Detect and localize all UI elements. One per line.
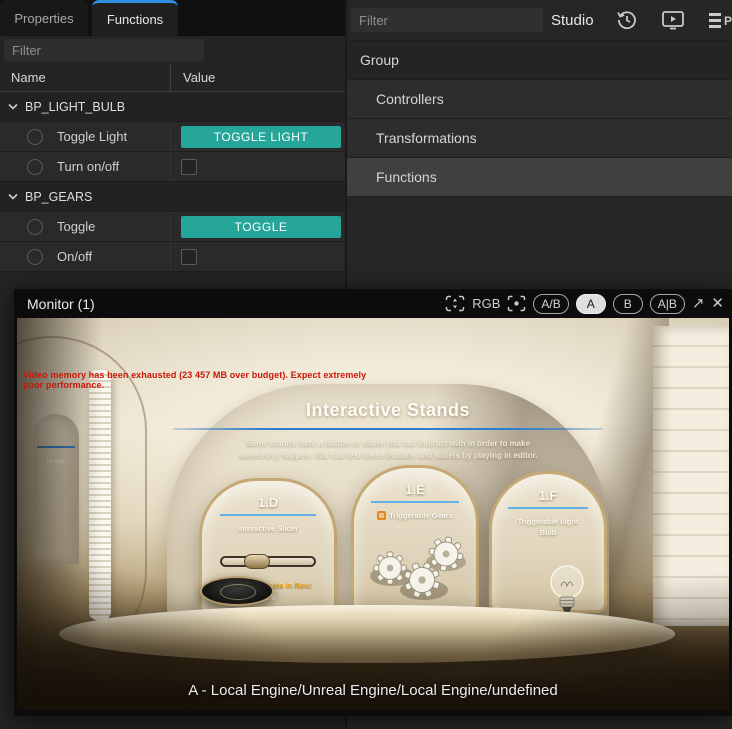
wall-accent-line xyxy=(173,428,603,430)
group-label: BP_GEARS xyxy=(25,190,92,204)
video-memory-warning: Video memory has been exhausted (23 457 … xyxy=(23,370,373,390)
ribbed-wall-right xyxy=(653,326,729,626)
table-header: Name Value xyxy=(0,64,345,92)
stand-button-disc[interactable] xyxy=(200,576,274,606)
table-row: Toggle TOGGLE xyxy=(0,212,345,242)
monitor-window: Monitor (1) RGB xyxy=(14,289,732,716)
function-radio-icon[interactable] xyxy=(27,249,43,265)
wall-title: Interactive Stands xyxy=(167,400,609,421)
stand-id: 1.E xyxy=(354,482,476,497)
history-icon[interactable] xyxy=(616,9,638,31)
stand-label: Triggerable Gears xyxy=(354,510,476,521)
svg-text:P: P xyxy=(724,14,732,28)
function-name: Turn on/off xyxy=(57,159,169,174)
function-radio-icon[interactable] xyxy=(27,219,43,235)
stand-label: Triggerable Light Bulb xyxy=(492,516,604,539)
stand-1e: 1.E Triggerable Gears xyxy=(351,465,479,613)
hierarchy-filter-input[interactable] xyxy=(351,8,543,32)
function-radio-icon[interactable] xyxy=(27,129,43,145)
stand-partial-left: to see xyxy=(33,414,79,564)
toggle-light-button[interactable]: TOGGLE LIGHT xyxy=(181,126,341,148)
column-header-value: Value xyxy=(170,70,215,85)
tab-functions[interactable]: Functions xyxy=(92,0,178,36)
engine-status-text: A - Local Engine/Unreal Engine/Local Eng… xyxy=(17,682,729,699)
tab-properties[interactable]: Properties xyxy=(0,0,88,36)
monitor-toolbar: RGB A/B A B A|B ↗ ✕ xyxy=(445,289,724,318)
chevron-down-icon[interactable] xyxy=(8,103,18,110)
stand-accent-line xyxy=(37,446,75,448)
value-cell xyxy=(170,152,345,181)
stand-accent-line xyxy=(508,507,589,509)
function-name: Toggle xyxy=(57,219,169,234)
studio-label: Studio xyxy=(551,12,594,29)
fit-to-screen-icon[interactable] xyxy=(445,295,465,312)
column-divider xyxy=(170,64,171,91)
channel-a-button[interactable]: A xyxy=(576,294,606,314)
toggle-button[interactable]: TOGGLE xyxy=(181,216,341,238)
ab-compare-button[interactable]: A/B xyxy=(533,294,568,314)
hierarchy-topbar: Studio xyxy=(347,0,732,40)
stand-id: 1.F xyxy=(492,488,604,503)
channel-b-button[interactable]: B xyxy=(613,294,643,314)
playlist-p-icon[interactable]: P xyxy=(708,11,732,29)
functions-filter-input[interactable] xyxy=(4,39,204,61)
value-cell: TOGGLE LIGHT xyxy=(170,122,345,151)
program-monitor-icon[interactable] xyxy=(661,10,685,30)
stand-accent-line xyxy=(220,514,315,516)
hierarchy-list: Group Controllers Transformations Functi… xyxy=(347,40,732,197)
ribbed-column xyxy=(89,370,111,620)
focus-center-icon[interactable] xyxy=(507,295,526,312)
gears-graphic xyxy=(362,528,472,606)
turn-on-off-checkbox[interactable] xyxy=(181,159,197,175)
slider-knob[interactable] xyxy=(244,554,270,569)
list-item-transformations[interactable]: Transformations xyxy=(347,119,732,158)
interactive-slider[interactable] xyxy=(220,556,316,567)
chevron-down-icon[interactable] xyxy=(8,193,18,200)
group-row-bp-light-bulb[interactable]: BP_LIGHT_BULB xyxy=(0,92,345,122)
column-header-name: Name xyxy=(0,70,170,85)
group-label: BP_LIGHT_BULB xyxy=(25,100,125,114)
split-aib-button[interactable]: A|B xyxy=(650,294,685,314)
function-name: On/off xyxy=(57,249,169,264)
function-radio-icon[interactable] xyxy=(27,159,43,175)
popout-icon[interactable]: ↗ xyxy=(692,296,705,311)
rgb-channel-label[interactable]: RGB xyxy=(472,296,500,311)
group-row-bp-gears[interactable]: BP_GEARS xyxy=(0,182,345,212)
value-cell: TOGGLE xyxy=(170,212,345,241)
monitor-titlebar[interactable]: Monitor (1) RGB xyxy=(14,289,732,318)
value-cell xyxy=(170,242,345,271)
wall-subtitle: Some stands have a button or slider you … xyxy=(237,438,539,462)
viewport-scene[interactable]: Interactive Stands Some stands have a bu… xyxy=(17,318,729,710)
monitor-title: Monitor (1) xyxy=(27,296,95,312)
stand-label: Interactive Slider xyxy=(202,523,334,534)
list-item-functions[interactable]: Functions xyxy=(347,158,732,197)
list-item-controllers[interactable]: Controllers xyxy=(347,80,732,119)
stand-accent-line xyxy=(371,501,459,503)
stand-1f: 1.F Triggerable Light Bulb xyxy=(489,471,607,613)
list-item-group[interactable]: Group xyxy=(347,41,732,80)
close-icon[interactable]: ✕ xyxy=(711,296,724,311)
table-row: Toggle Light TOGGLE LIGHT xyxy=(0,122,345,152)
table-row: Turn on/off xyxy=(0,152,345,182)
table-row: On/off xyxy=(0,242,345,272)
stand-partial-text: to see xyxy=(33,458,79,465)
app-root: Properties Functions Name Value BP_LIGHT… xyxy=(0,0,732,729)
on-off-checkbox[interactable] xyxy=(181,249,197,265)
gear-trigger-icon xyxy=(377,511,386,520)
tab-bar: Properties Functions xyxy=(0,0,345,36)
filter-row xyxy=(0,36,345,64)
function-name: Toggle Light xyxy=(57,129,169,144)
stand-id: 1.D xyxy=(202,495,334,510)
